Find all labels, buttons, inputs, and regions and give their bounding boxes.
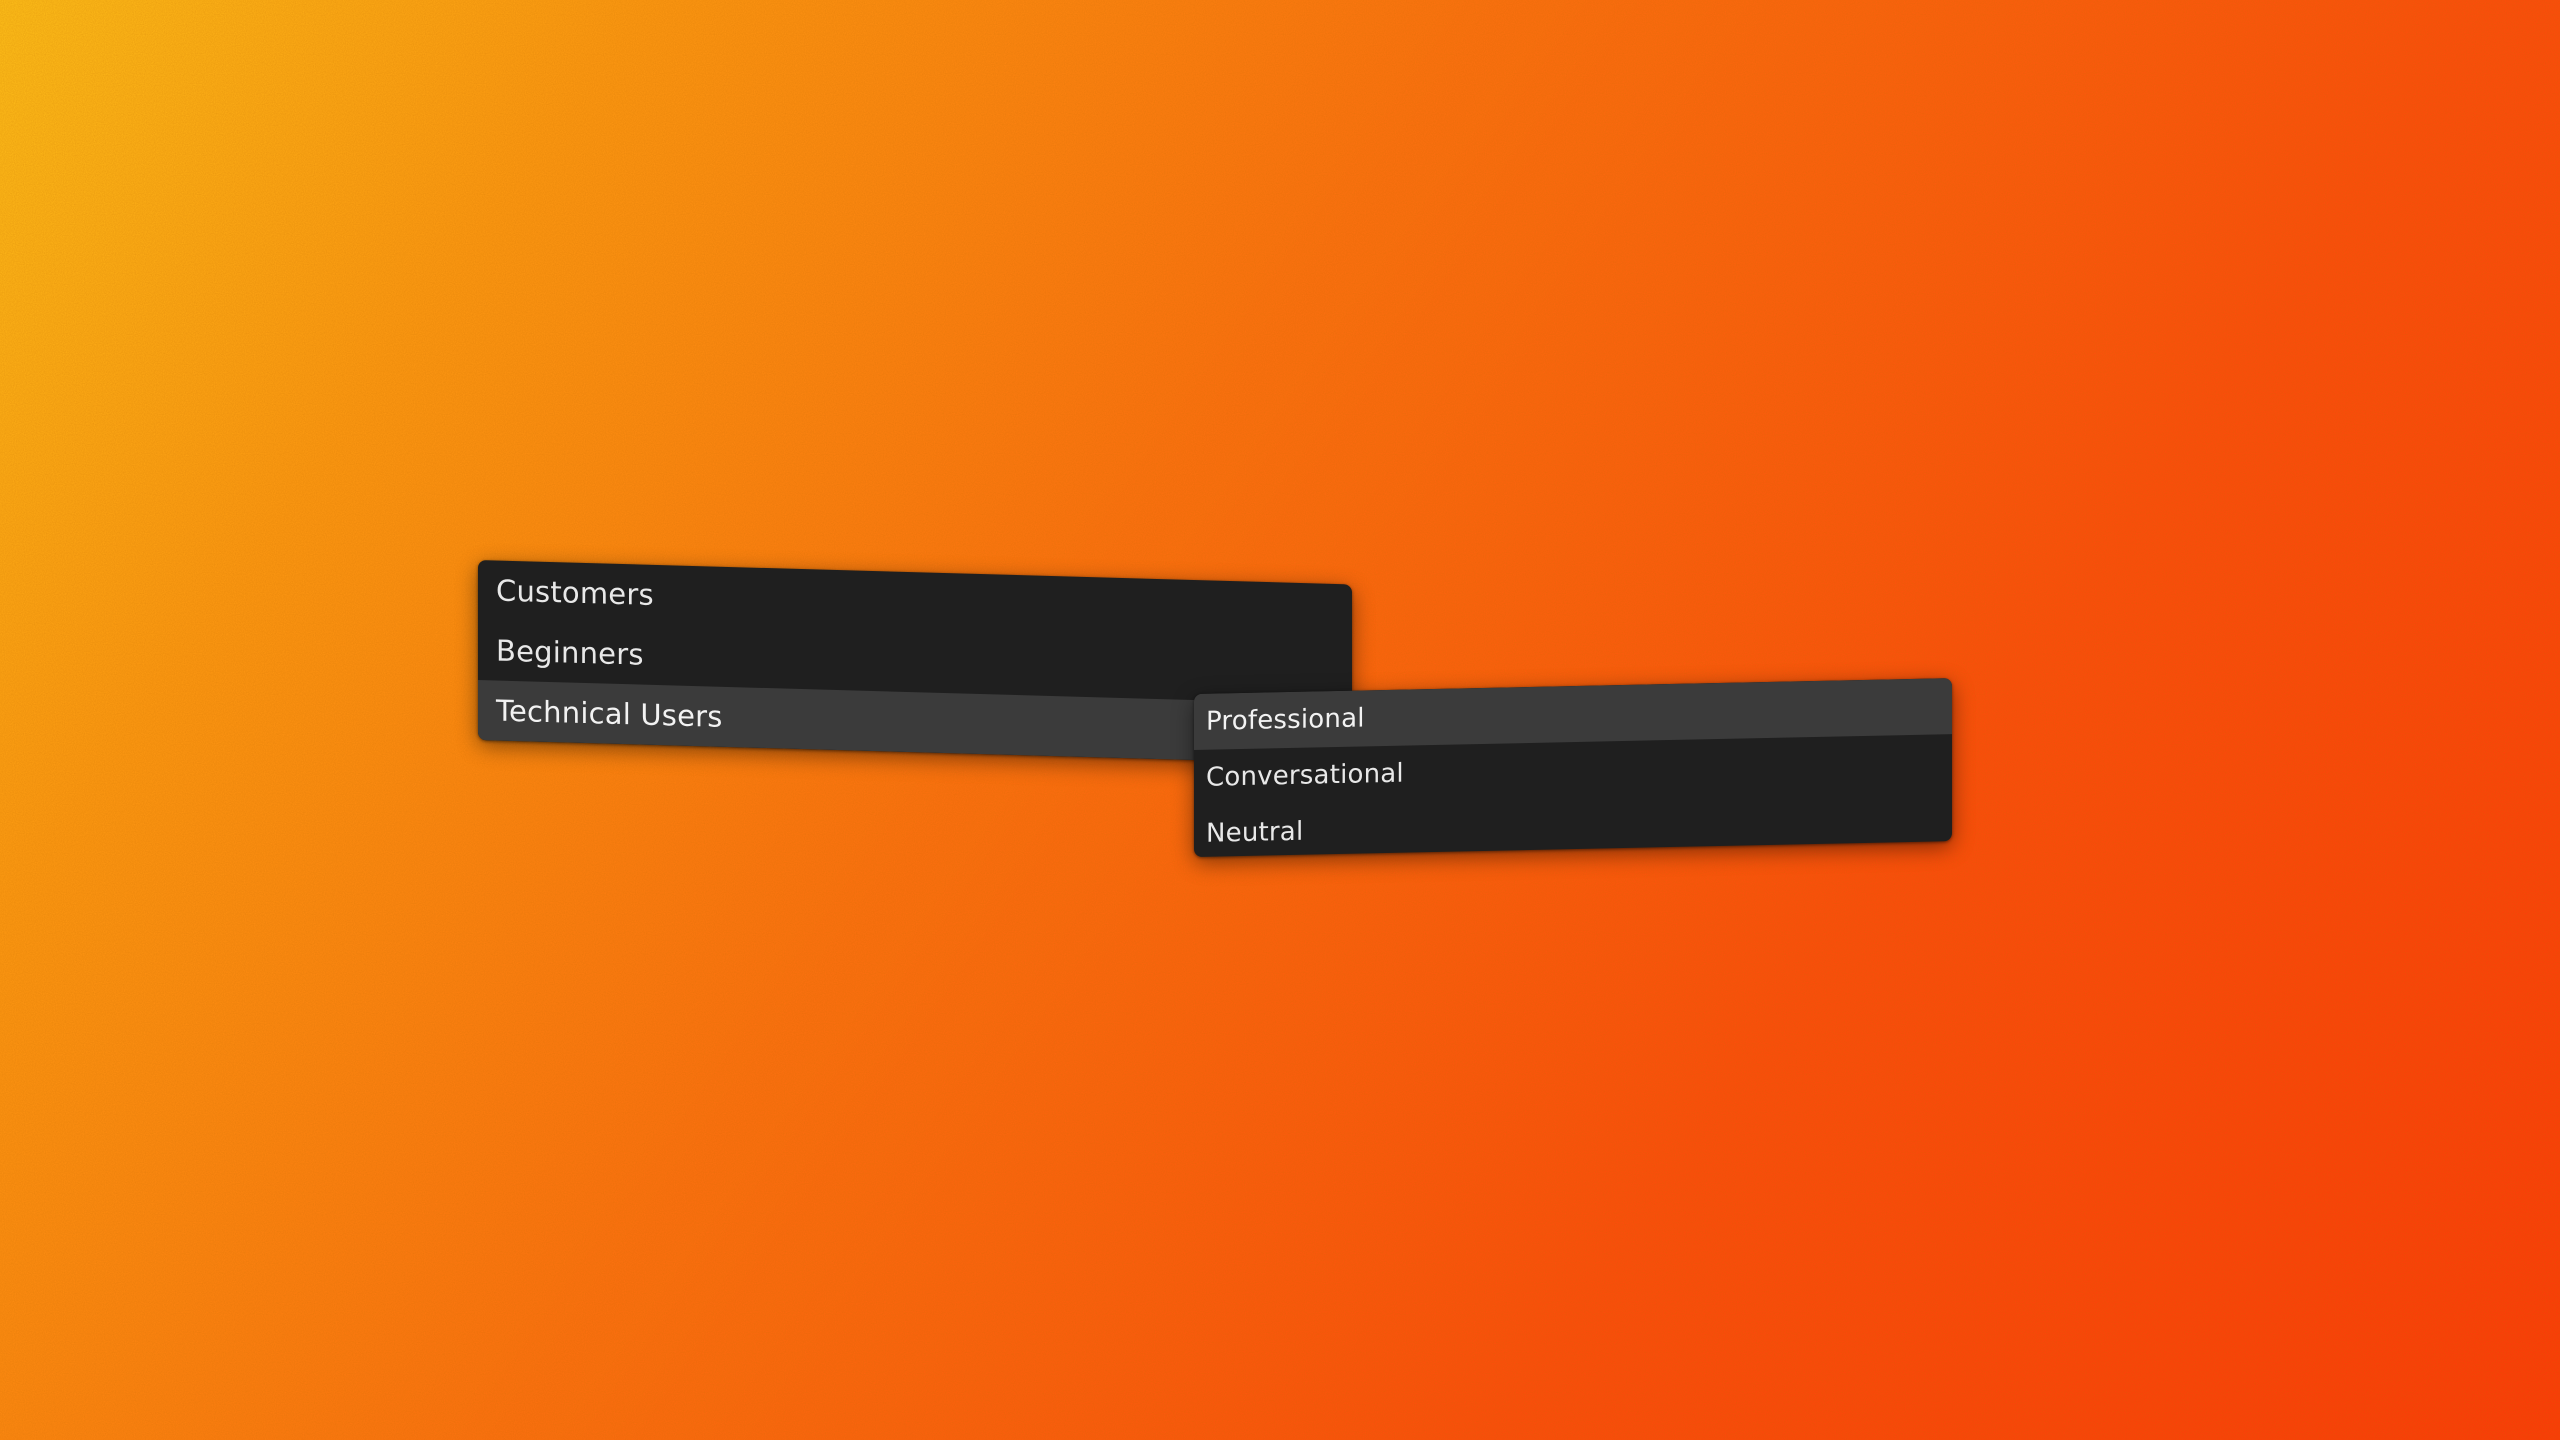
submenu-item-label: Neutral [1206,816,1304,849]
menu-item-label: Beginners [496,633,644,672]
submenu-item-label: Conversational [1206,758,1404,793]
menu-item-label: Technical Users [496,693,723,734]
submenu-item-label: Professional [1206,703,1365,737]
menu-item-label: Customers [496,573,654,612]
submenu: Professional Conversational Neutral [1194,678,1952,857]
